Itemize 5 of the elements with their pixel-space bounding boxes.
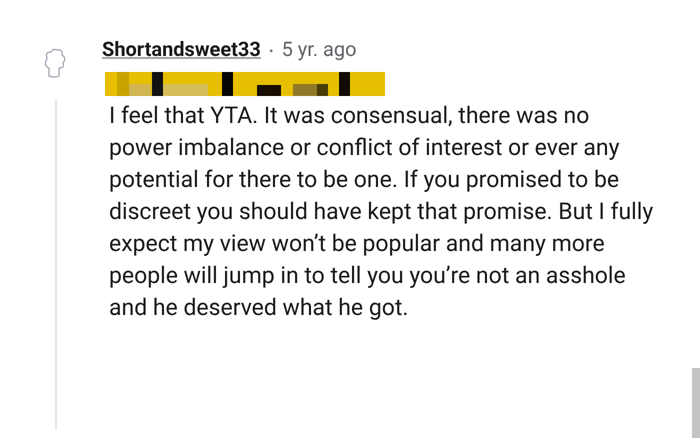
scrollbar-thumb[interactable]: [692, 368, 700, 438]
comment-text: I feel that YTA. It was consensual, there was no power imbalance or conflict of interest or ever any potential for there to be one. If you promised to be discreet you should have kept that promise. But I fully expect my view won’t be popular and many more people will jump in to tell you you’re not an asshole and he deserved what he got.: [109, 101, 654, 323]
timestamp: 5 yr. ago: [282, 36, 357, 63]
separator: •: [268, 43, 274, 62]
username[interactable]: Shortandsweet33: [102, 34, 261, 64]
